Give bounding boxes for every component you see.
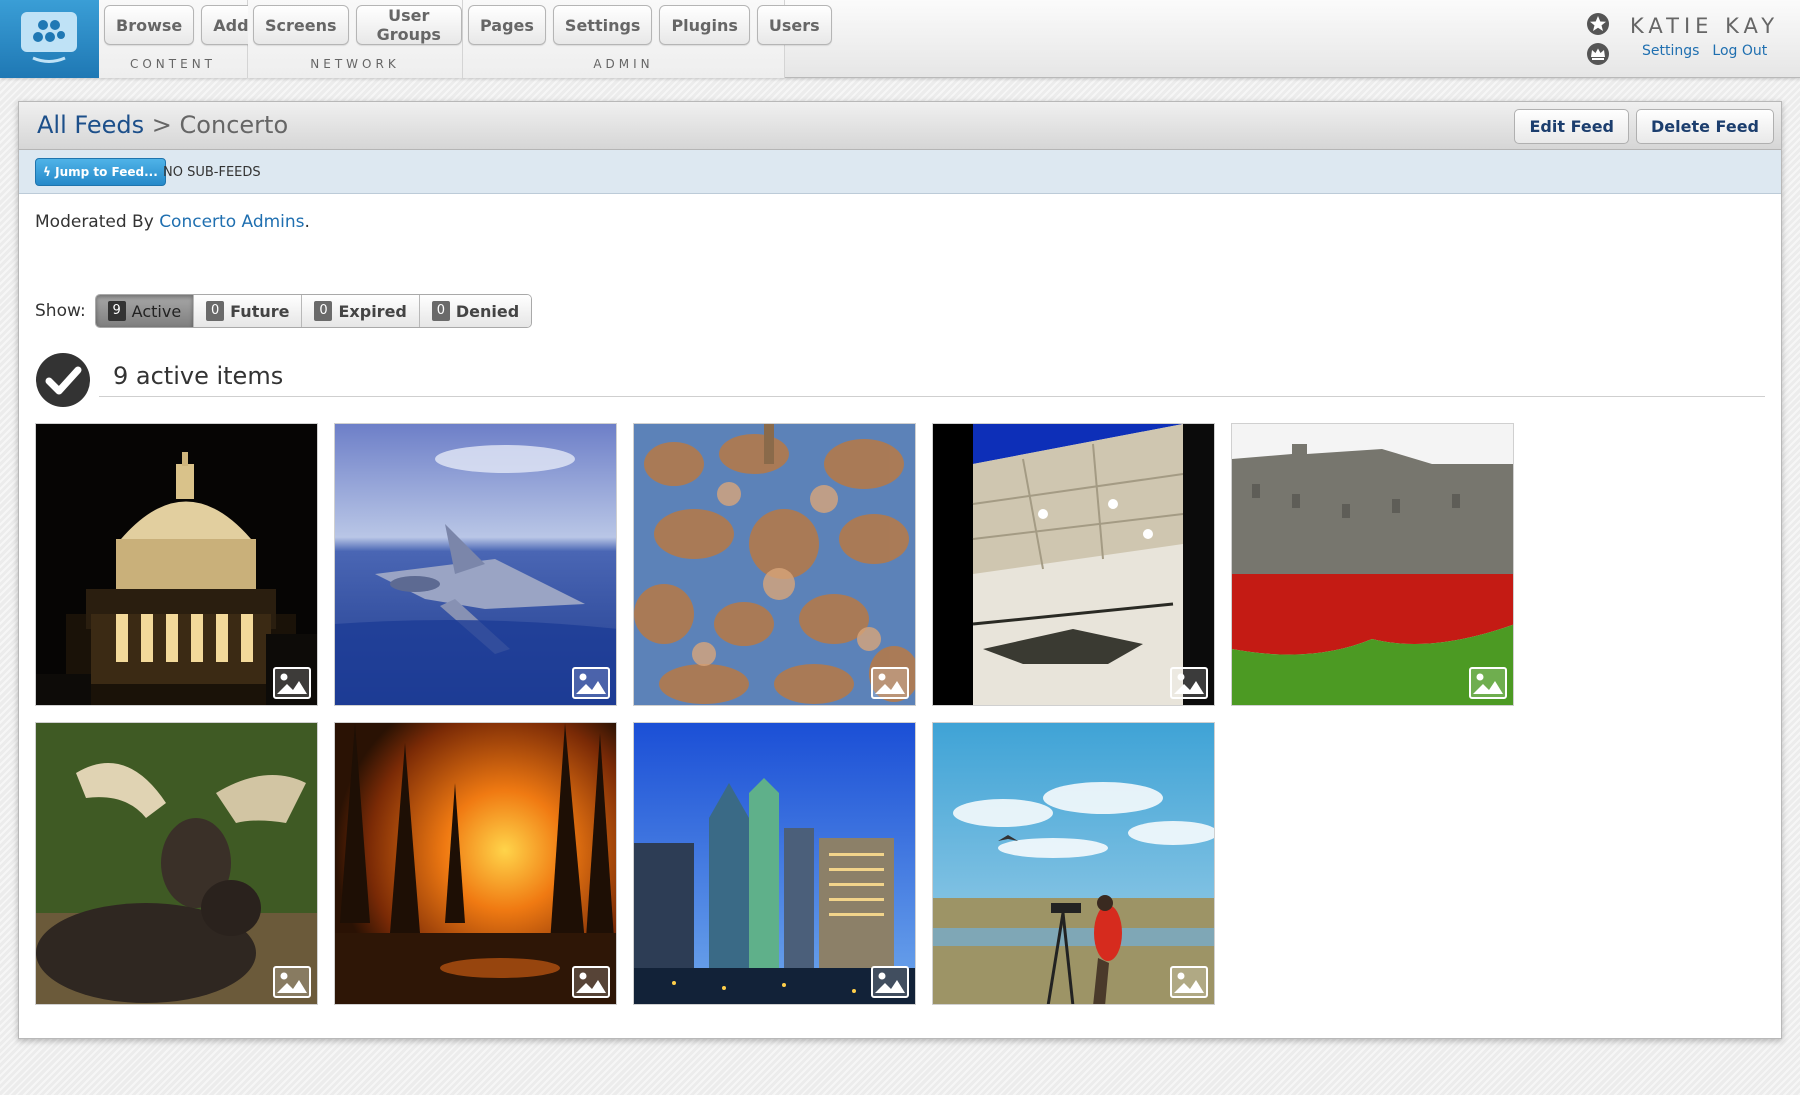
panel-header: All Feeds > Concerto Edit Feed Delete Fe… — [19, 102, 1781, 150]
star-badge-icon — [1587, 13, 1609, 35]
status-filter-group: 9 Active 0 Future 0 Expired 0 Denied — [94, 294, 533, 328]
lightning-icon: ϟ — [43, 165, 51, 179]
filter-future-label: Future — [230, 301, 290, 321]
denied-count-badge: 0 — [431, 301, 450, 321]
castle-poppies-image — [1232, 424, 1513, 705]
user-menu: KATIE KAY Settings Log Out — [1586, 12, 1786, 72]
nav-group-label-content: CONTENT — [129, 57, 217, 71]
content-tile[interactable] — [1231, 423, 1514, 706]
capitol-dome-image — [36, 424, 317, 705]
moderation-period: . — [304, 212, 310, 232]
filter-future-button[interactable]: 0 Future — [194, 295, 303, 327]
forest-fire-image — [335, 723, 616, 1004]
image-type-icon — [1469, 667, 1507, 699]
image-type-icon — [273, 667, 311, 699]
moderator-group-link[interactable]: Concerto Admins — [159, 212, 304, 232]
items-section-header: 9 active items — [35, 352, 1765, 408]
fresco-painting-image — [634, 424, 915, 705]
nav-group-content: Browse Add CONTENT — [99, 0, 261, 78]
content-tile[interactable] — [932, 722, 1215, 1005]
concerto-logo-icon — [21, 12, 77, 63]
image-type-icon — [871, 667, 909, 699]
moderated-by-label: Moderated By — [35, 212, 154, 232]
image-type-icon — [1170, 667, 1208, 699]
delete-feed-button[interactable]: Delete Feed — [1636, 109, 1774, 144]
concerto-logo[interactable] — [0, 0, 99, 78]
content-tile[interactable] — [932, 423, 1215, 706]
nav-group-network: Screens User Groups NETWORK — [248, 0, 463, 78]
content-tile[interactable] — [633, 423, 916, 706]
checkmark-circle-icon — [36, 353, 90, 407]
breadcrumb-all-feeds-link[interactable]: All Feeds — [37, 111, 144, 139]
content-tile[interactable] — [35, 423, 318, 706]
nav-group-admin: Pages Settings Plugins Users ADMIN — [463, 0, 832, 78]
breadcrumb: All Feeds > Concerto — [37, 111, 288, 139]
filter-denied-label: Denied — [455, 301, 520, 321]
future-count-badge: 0 — [206, 301, 225, 321]
content-tile[interactable] — [633, 722, 916, 1005]
sub-feeds-status: NO SUB-FEEDS — [163, 165, 261, 180]
filter-denied-button[interactable]: 0 Denied — [419, 295, 532, 327]
content-tile[interactable] — [334, 722, 617, 1005]
jet-aircraft-image — [335, 424, 616, 705]
feed-panel: All Feeds > Concerto Edit Feed Delete Fe… — [18, 101, 1782, 1039]
nav-group-label-admin: ADMIN — [593, 57, 654, 71]
nav-screens-button[interactable]: Screens — [253, 5, 349, 45]
filter-active-button[interactable]: 9 Active — [95, 295, 195, 327]
expired-count-badge: 0 — [314, 301, 333, 321]
crown-icon — [1587, 43, 1609, 65]
user-name: KATIE KAY — [1630, 14, 1780, 38]
logout-link[interactable]: Log Out — [1712, 43, 1767, 59]
image-type-icon — [1170, 966, 1208, 998]
items-count-title: 9 active items — [113, 362, 284, 390]
moderation-info: Moderated By Concerto Admins. — [35, 212, 310, 232]
content-tile[interactable] — [35, 722, 318, 1005]
jump-to-feed-label: Jump to Feed... — [55, 165, 158, 179]
section-divider — [99, 396, 1765, 397]
content-tile[interactable] — [334, 423, 617, 706]
nav-settings-button[interactable]: Settings — [552, 5, 653, 45]
feed-title: Concerto — [179, 111, 289, 139]
nav-plugins-button[interactable]: Plugins — [659, 5, 750, 45]
edit-feed-button[interactable]: Edit Feed — [1514, 109, 1630, 144]
nav-pages-button[interactable]: Pages — [468, 5, 546, 45]
nav-group-label-network: NETWORK — [310, 57, 400, 71]
filter-expired-button[interactable]: 0 Expired — [302, 295, 420, 327]
filter-expired-label: Expired — [338, 301, 407, 321]
feed-subbar: ϟ Jump to Feed... NO SUB-FEEDS — [19, 150, 1781, 194]
image-type-icon — [273, 966, 311, 998]
status-filter: Show: 9 Active 0 Future 0 Expired 0 Deni… — [35, 294, 533, 328]
top-navigation-bar: Browse Add CONTENT Screens User Groups N… — [0, 0, 1800, 78]
image-type-icon — [572, 966, 610, 998]
breadcrumb-separator: > — [151, 111, 172, 139]
active-count-badge: 9 — [107, 301, 126, 321]
moose-image — [36, 723, 317, 1004]
jump-to-feed-button[interactable]: ϟ Jump to Feed... — [35, 158, 166, 186]
city-skyline-image — [634, 723, 915, 1004]
nav-user-groups-button[interactable]: User Groups — [355, 5, 462, 45]
filter-active-label: Active — [131, 301, 182, 321]
user-settings-link[interactable]: Settings — [1642, 43, 1699, 59]
image-type-icon — [572, 667, 610, 699]
photographer-field-image — [933, 723, 1214, 1004]
nav-users-button[interactable]: Users — [756, 5, 832, 45]
image-type-icon — [871, 966, 909, 998]
helicopter-hangar-image — [933, 424, 1214, 705]
show-label: Show: — [35, 301, 86, 321]
nav-browse-button[interactable]: Browse — [104, 5, 195, 45]
